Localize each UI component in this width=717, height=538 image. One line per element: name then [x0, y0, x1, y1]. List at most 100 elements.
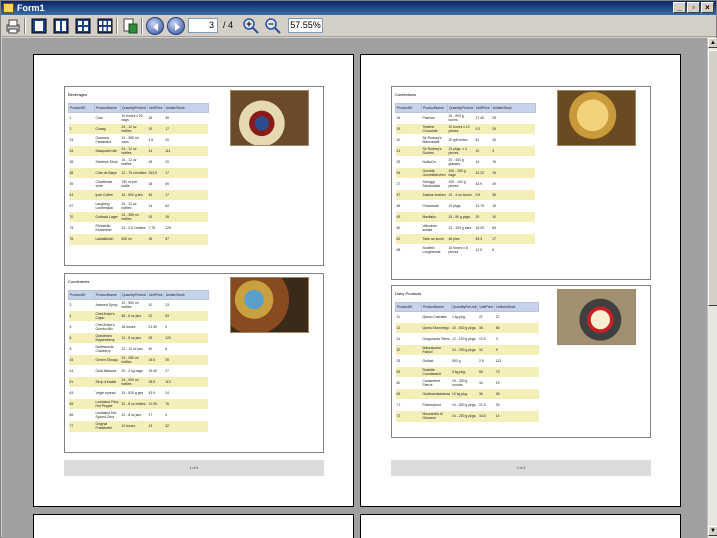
- table-cell: 24 - 355 ml bottles: [120, 211, 148, 223]
- table-cell: 12.75: [474, 200, 492, 212]
- table-row: 21 Sir Rodney's Scones 24 pkgs. x 4 pieces…: [395, 145, 536, 157]
- table-cell: 1: [68, 112, 95, 124]
- next-page-button[interactable]: [167, 17, 185, 35]
- toolbar-separator: [116, 18, 118, 34]
- table-cell: 40: [147, 343, 165, 355]
- table-cell: 9.2: [474, 123, 492, 135]
- four-pages-icon[interactable]: [74, 17, 92, 35]
- table-cell: 24: [68, 134, 95, 146]
- table-cell: 60: [395, 377, 422, 389]
- table-cell: Chocolade: [421, 200, 448, 212]
- table-cell: 15: [491, 167, 536, 179]
- table-cell: 263.5: [147, 167, 165, 179]
- zoom-level-field[interactable]: 57.55%: [288, 18, 323, 33]
- table-cell: 2: [68, 123, 95, 135]
- products-table: ProductID ProductName QuantityPerUnit UnitP…: [395, 103, 536, 256]
- minimize-button[interactable]: _: [673, 2, 686, 13]
- column-header: UnitsInStock: [490, 103, 536, 113]
- table-cell: Tarte au sucre: [421, 233, 448, 245]
- restore-button[interactable]: ▫: [687, 2, 700, 13]
- table-cell: 10 boxes x 8 pieces: [447, 244, 475, 256]
- table-cell: 61: [68, 376, 95, 388]
- table-cell: 67: [68, 200, 95, 212]
- column-header: UnitPrice: [477, 302, 496, 312]
- vertical-scrollbar[interactable]: ▲ ▼: [707, 38, 717, 538]
- table-cell: 25: [395, 156, 422, 168]
- column-header: ProductID: [68, 290, 95, 300]
- close-button[interactable]: ×: [701, 2, 714, 13]
- table-cell: 46: [147, 189, 165, 201]
- table-cell: 79: [494, 366, 539, 378]
- products-table: ProductID ProductName QuantityPerUnit UnitP…: [68, 290, 209, 432]
- table-row: 65 Louisiana Fiery Hot Pepper 32 - 8 oz bo…: [68, 398, 209, 410]
- table-cell: 31: [395, 333, 422, 345]
- table-cell: 19: [395, 123, 422, 135]
- table-cell: 24 - 12 oz bottles: [120, 145, 148, 157]
- table-cell: 15: [491, 200, 536, 212]
- table-cell: 32 - 500 g boxes: [447, 112, 475, 124]
- table-cell: Outback Lager: [94, 211, 121, 223]
- column-header: QuantityPerUnit: [120, 290, 148, 300]
- scrollbar-thumb[interactable]: [708, 50, 717, 306]
- category-title: Condiments: [68, 279, 90, 284]
- table-cell: Queso Manchego: [421, 322, 452, 334]
- zoom-out-icon[interactable]: [264, 17, 282, 35]
- table-cell: 50: [395, 222, 422, 234]
- table-cell: Sirop d'érable: [94, 376, 121, 388]
- page-footer: 1 of 4: [64, 460, 324, 476]
- previous-page-button[interactable]: [146, 17, 164, 35]
- table-cell: 34.8: [477, 410, 495, 422]
- category-title: Beverages: [68, 92, 88, 97]
- six-pages-icon[interactable]: [96, 17, 114, 35]
- table-cell: 100 - 100 g pieces: [447, 178, 475, 190]
- table-cell: 36: [491, 189, 536, 201]
- table-cell: 24 - 0.5 l bottles: [120, 222, 148, 234]
- table-cell: Sir Rodney's Scones: [421, 145, 448, 157]
- single-page-icon[interactable]: [30, 17, 48, 35]
- table-cell: Genen Shouyu: [94, 354, 121, 366]
- page-setup-icon[interactable]: [121, 17, 139, 35]
- page-number-input[interactable]: 3: [188, 18, 218, 33]
- category-title: Dairy Products: [395, 291, 422, 296]
- table-cell: 10: [491, 211, 536, 223]
- table-cell: 77: [68, 420, 95, 432]
- table-cell: 69: [395, 388, 422, 400]
- table-cell: 76: [491, 156, 536, 168]
- table-cell: 22: [494, 311, 539, 323]
- table-cell: 33: [395, 355, 422, 367]
- table-cell: 120: [164, 332, 209, 344]
- table-cell: 38: [477, 322, 495, 334]
- table-row: 20 Sir Rodney's Marmalade 30 gift boxes 81 4…: [395, 134, 536, 146]
- table-cell: 24 - 500 ml bottles: [120, 376, 148, 388]
- table-cell: 86: [494, 322, 539, 334]
- table-cell: 69: [164, 178, 209, 190]
- table-cell: 5: [68, 321, 95, 333]
- table-cell: 26: [494, 399, 539, 411]
- table-cell: Aniseed Syrup: [94, 299, 121, 311]
- table-cell: 9.5: [474, 189, 492, 201]
- table-cell: 12 boxes: [120, 420, 148, 432]
- print-preview-area[interactable]: Beverages ProductID ProductName QuantityPer…: [2, 38, 707, 538]
- table-cell: 17: [147, 409, 165, 421]
- title-bar[interactable]: Form1 _ ▫ ×: [1, 1, 716, 15]
- print-icon[interactable]: [4, 17, 22, 35]
- table-cell: 30 gift boxes: [447, 134, 475, 146]
- table-cell: 24 - 250 ml bottles: [120, 354, 148, 366]
- table-cell: 17: [491, 233, 536, 245]
- toolbar-separator: [24, 18, 26, 34]
- table-row: 15 Genen Shouyu 24 - 250 ml bottles 15.5 39: [68, 354, 209, 366]
- table-cell: 48 pies: [447, 233, 475, 245]
- zoom-in-icon[interactable]: [242, 17, 260, 35]
- scroll-down-icon[interactable]: ▼: [708, 526, 717, 536]
- table-cell: Ipoh Coffee: [94, 189, 121, 201]
- two-pages-icon[interactable]: [52, 17, 70, 35]
- table-row: 49 Maxilaku 24 - 50 g pkgs. 20 10: [395, 211, 536, 223]
- table-cell: 15 - 300 g rounds: [451, 377, 478, 389]
- table-cell: 24 - 12 oz bottles: [120, 123, 148, 135]
- table-cell: 20: [474, 211, 492, 223]
- scroll-up-icon[interactable]: ▲: [708, 38, 717, 48]
- table-cell: 49: [395, 211, 422, 223]
- table-cell: 53: [164, 310, 209, 322]
- table-row: 71 Flotemysost 10 - 500 g pkgs. 21.5 26: [395, 399, 539, 411]
- table-cell: 48: [395, 200, 422, 212]
